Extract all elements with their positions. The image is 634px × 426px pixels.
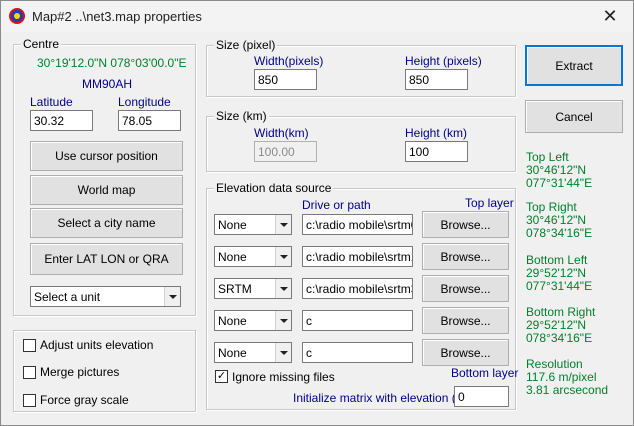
height-pixels-label: Height (pixels) bbox=[405, 54, 482, 68]
resolution-arcsecond: 3.81 arcsecond bbox=[526, 383, 609, 397]
elevation-path-field-3[interactable]: c:\radio mobile\srtm3 bbox=[302, 278, 413, 299]
browse-button-5[interactable]: Browse... bbox=[422, 339, 509, 366]
top-layer-label: Top layer bbox=[465, 196, 514, 210]
resolution-meters: 117.6 m/pixel bbox=[526, 370, 597, 384]
browse-button-3[interactable]: Browse... bbox=[422, 275, 509, 302]
window-title: Map#2 ..\net3.map properties bbox=[32, 9, 202, 24]
top-right-label: Top Right bbox=[526, 200, 577, 214]
elevation-path-field-5[interactable]: c bbox=[302, 342, 413, 363]
chevron-down-icon[interactable] bbox=[164, 287, 180, 306]
width-pixels-label: Width(pixels) bbox=[254, 54, 324, 68]
height-km-label: Height (km) bbox=[405, 126, 468, 140]
width-km-field: 100.00 bbox=[254, 141, 317, 162]
elevation-source-value: None bbox=[218, 250, 247, 264]
height-pixels-field[interactable]: 850 bbox=[405, 69, 468, 90]
top-right-lon: 078°34'16"E bbox=[526, 226, 593, 240]
resolution-label: Resolution bbox=[526, 357, 583, 371]
elevation-path-field-4[interactable]: c bbox=[302, 310, 413, 331]
centre-group: Centre 30°19'12.0"N 078°03'00.0"E MM90AH… bbox=[13, 37, 196, 316]
cancel-button[interactable]: Cancel bbox=[525, 100, 623, 133]
adjust-units-elevation-label: Adjust units elevation bbox=[40, 338, 154, 352]
width-km-label: Width(km) bbox=[254, 126, 309, 140]
chevron-down-icon[interactable] bbox=[275, 311, 291, 330]
adjust-units-elevation-checkbox[interactable] bbox=[23, 339, 36, 352]
latitude-label: Latitude bbox=[30, 95, 73, 109]
elevation-source-select-2[interactable]: None bbox=[214, 246, 292, 267]
elevation-source-select-3[interactable]: SRTM bbox=[214, 278, 292, 299]
bottom-right-lon: 078°34'16"E bbox=[526, 331, 593, 345]
size-km-legend: Size (km) bbox=[214, 109, 269, 123]
properties-window: Map#2 ..\net3.map properties ✕ Centre 30… bbox=[0, 0, 634, 426]
merge-pictures-checkbox[interactable] bbox=[23, 366, 36, 379]
bottom-left-lon: 077°31'44"E bbox=[526, 279, 593, 293]
select-city-button[interactable]: Select a city name bbox=[30, 208, 183, 238]
radio-mobile-app-icon bbox=[9, 8, 25, 24]
world-map-button[interactable]: World map bbox=[30, 175, 183, 205]
longitude-field[interactable]: 78.05 bbox=[118, 110, 181, 131]
elevation-path-field-1[interactable]: c:\radio mobile\srtm0.3 bbox=[302, 214, 413, 235]
ignore-missing-files-label: Ignore missing files bbox=[232, 370, 335, 384]
top-left-lat: 30°46'12"N bbox=[526, 163, 587, 177]
size-pixel-legend: Size (pixel) bbox=[214, 38, 278, 52]
force-gray-scale-checkbox[interactable] bbox=[23, 394, 36, 407]
close-icon[interactable]: ✕ bbox=[595, 5, 625, 27]
merge-pictures-label: Merge pictures bbox=[40, 365, 120, 379]
bottom-layer-label: Bottom layer bbox=[451, 366, 519, 380]
select-unit-dropdown[interactable]: Select a unit bbox=[30, 286, 181, 307]
chevron-down-icon[interactable] bbox=[275, 343, 291, 362]
chevron-down-icon[interactable] bbox=[275, 279, 291, 298]
elevation-source-value: SRTM bbox=[218, 282, 252, 296]
width-pixels-field[interactable]: 850 bbox=[254, 69, 317, 90]
bottom-left-label: Bottom Left bbox=[526, 253, 588, 267]
height-km-field[interactable]: 100 bbox=[405, 141, 468, 162]
elevation-legend: Elevation data source bbox=[214, 181, 334, 195]
elevation-source-select-1[interactable]: None bbox=[214, 214, 292, 235]
size-pixel-group: Size (pixel) Width(pixels) Height (pixel… bbox=[206, 38, 516, 97]
chevron-down-icon[interactable] bbox=[275, 215, 291, 234]
browse-button-1[interactable]: Browse... bbox=[422, 211, 509, 238]
centre-legend: Centre bbox=[21, 37, 62, 51]
elevation-source-value: None bbox=[218, 314, 247, 328]
drive-or-path-label: Drive or path bbox=[302, 198, 371, 212]
top-left-label: Top Left bbox=[526, 150, 569, 164]
bottom-left-lat: 29°52'12"N bbox=[526, 266, 587, 280]
elevation-source-value: None bbox=[218, 218, 247, 232]
browse-button-2[interactable]: Browse... bbox=[422, 243, 509, 270]
force-gray-scale-label: Force gray scale bbox=[40, 393, 129, 407]
bottom-right-lat: 29°52'12"N bbox=[526, 318, 587, 332]
elevation-source-value: None bbox=[218, 346, 247, 360]
elevation-source-group: Elevation data source Drive or path Top … bbox=[206, 181, 519, 410]
enter-lat-lon-qra-button[interactable]: Enter LAT LON or QRA bbox=[30, 243, 183, 275]
select-unit-value: Select a unit bbox=[34, 290, 101, 304]
title-bar[interactable]: Map#2 ..\net3.map properties ✕ bbox=[1, 1, 633, 32]
elevation-source-select-5[interactable]: None bbox=[214, 342, 292, 363]
longitude-label: Longitude bbox=[118, 95, 171, 109]
latitude-field[interactable]: 30.32 bbox=[30, 110, 93, 131]
init-matrix-label: Initialize matrix with elevation (m) bbox=[293, 391, 470, 405]
init-matrix-elevation-field[interactable]: 0 bbox=[454, 386, 509, 407]
extract-button[interactable]: Extract bbox=[525, 45, 623, 86]
centre-coordinates: 30°19'12.0"N 078°03'00.0"E bbox=[37, 56, 187, 70]
bottom-right-label: Bottom Right bbox=[526, 305, 596, 319]
elevation-path-field-2[interactable]: c:\radio mobile\srtm1 bbox=[302, 246, 413, 267]
centre-qra: MM90AH bbox=[82, 77, 133, 91]
options-group: Adjust units elevation Merge pictures Fo… bbox=[13, 330, 196, 412]
elevation-source-select-4[interactable]: None bbox=[214, 310, 292, 331]
size-km-group: Size (km) Width(km) Height (km) 100.00 1… bbox=[206, 109, 516, 172]
chevron-down-icon[interactable] bbox=[275, 247, 291, 266]
use-cursor-position-button[interactable]: Use cursor position bbox=[30, 141, 183, 171]
top-left-lon: 077°31'44"E bbox=[526, 176, 593, 190]
browse-button-4[interactable]: Browse... bbox=[422, 307, 509, 334]
ignore-missing-files-checkbox[interactable]: ✓ bbox=[215, 370, 228, 383]
top-right-lat: 30°46'12"N bbox=[526, 213, 587, 227]
